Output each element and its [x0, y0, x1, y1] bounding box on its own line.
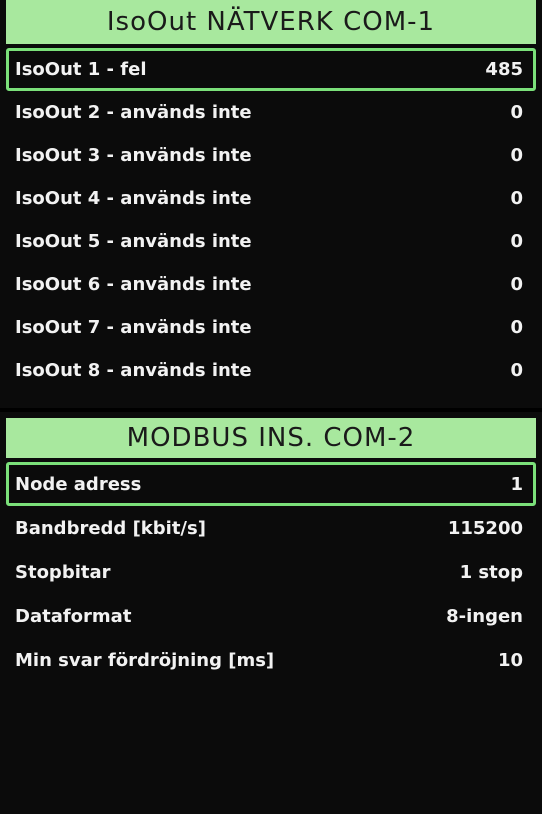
item-label: Node adress: [15, 473, 142, 495]
item-value: 0: [510, 188, 523, 209]
isoout-list: IsoOut 1 - fel 485 IsoOut 2 - används in…: [6, 48, 536, 392]
item-value: 115200: [447, 517, 523, 539]
list-item[interactable]: IsoOut 3 - används inte 0: [6, 134, 536, 177]
list-item[interactable]: IsoOut 2 - används inte 0: [6, 91, 536, 134]
item-label: Bandbredd [kbit/s]: [15, 517, 206, 539]
item-label: Stopbitar: [15, 561, 111, 583]
item-value: 0: [510, 274, 523, 295]
list-item[interactable]: IsoOut 5 - används inte 0: [6, 220, 536, 263]
list-item[interactable]: IsoOut 4 - används inte 0: [6, 177, 536, 220]
modbus-settings-list: Node adress 1 Bandbredd [kbit/s] 115200 …: [6, 462, 536, 682]
item-value: 1 stop: [459, 561, 523, 583]
item-value: 0: [510, 145, 523, 166]
item-value: 10: [497, 649, 523, 671]
list-item[interactable]: Stopbitar 1 stop: [6, 550, 536, 594]
item-value: 8-ingen: [446, 605, 523, 627]
item-value: 0: [510, 231, 523, 252]
list-item[interactable]: IsoOut 1 - fel 485: [6, 48, 536, 91]
item-value: 0: [510, 317, 523, 338]
item-label: IsoOut 1 - fel: [15, 59, 147, 80]
item-label: IsoOut 6 - används inte: [15, 274, 252, 295]
list-item[interactable]: IsoOut 7 - används inte 0: [6, 306, 536, 349]
list-item[interactable]: Node adress 1: [6, 462, 536, 506]
item-value: 0: [510, 102, 523, 123]
list-item[interactable]: IsoOut 8 - används inte 0: [6, 349, 536, 392]
item-label: IsoOut 3 - används inte: [15, 145, 252, 166]
list-item[interactable]: Dataformat 8-ingen: [6, 594, 536, 638]
item-label: IsoOut 7 - används inte: [15, 317, 252, 338]
list-item[interactable]: Bandbredd [kbit/s] 115200: [6, 506, 536, 550]
item-value: 1: [510, 473, 523, 495]
item-label: IsoOut 2 - används inte: [15, 102, 252, 123]
item-value: 0: [510, 360, 523, 381]
isoout-network-screen: IsoOut NÄTVERK COM-1 IsoOut 1 - fel 485 …: [0, 0, 542, 408]
list-item[interactable]: IsoOut 6 - används inte 0: [6, 263, 536, 306]
screen-title: MODBUS INS. COM-2: [6, 418, 536, 458]
item-label: Min svar fördröjning [ms]: [15, 649, 275, 671]
modbus-settings-screen: MODBUS INS. COM-2 Node adress 1 Bandbred…: [0, 412, 542, 814]
screen-title: IsoOut NÄTVERK COM-1: [6, 0, 536, 44]
item-label: IsoOut 5 - används inte: [15, 231, 252, 252]
item-label: IsoOut 8 - används inte: [15, 360, 252, 381]
item-label: IsoOut 4 - används inte: [15, 188, 252, 209]
item-value: 485: [485, 59, 523, 80]
item-label: Dataformat: [15, 605, 132, 627]
list-item[interactable]: Min svar fördröjning [ms] 10: [6, 638, 536, 682]
